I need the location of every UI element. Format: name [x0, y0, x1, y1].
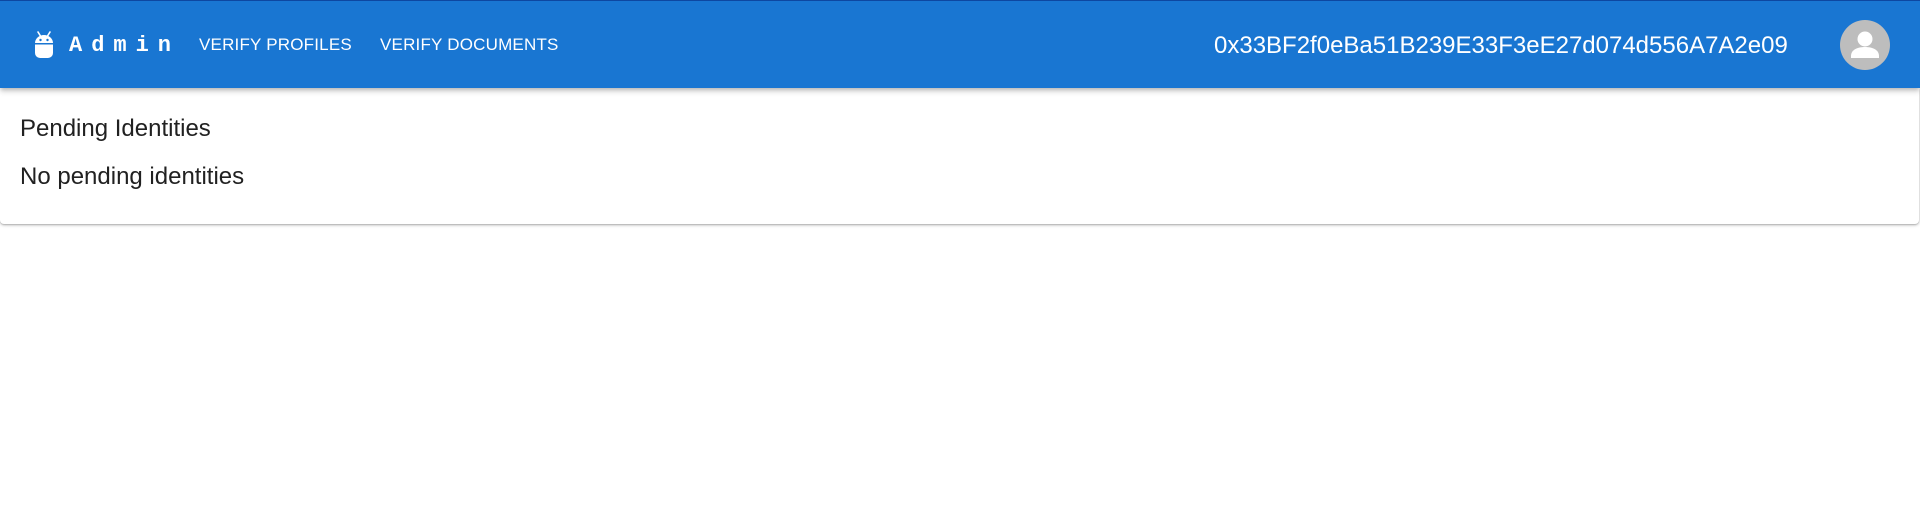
person-icon — [1840, 20, 1890, 70]
android-icon — [33, 31, 55, 59]
nav-verify-documents[interactable]: VERIFY DOCUMENTS — [380, 27, 559, 63]
avatar[interactable] — [1840, 20, 1890, 70]
brand[interactable]: Admin — [33, 30, 180, 60]
nav-verify-profiles[interactable]: VERIFY PROFILES — [199, 27, 352, 63]
empty-state-message: No pending identities — [20, 163, 245, 190]
app-bar: Admin VERIFY PROFILES VERIFY DOCUMENTS 0… — [0, 0, 1920, 88]
pending-identities-card: Pending Identities No pending identities — [0, 88, 1919, 224]
account-address: 0x33BF2f0eBa51B239E33F3eE27d074d556A7A2e… — [1214, 32, 1788, 59]
brand-title: Admin — [69, 32, 181, 58]
page-title: Pending Identities — [20, 115, 211, 142]
